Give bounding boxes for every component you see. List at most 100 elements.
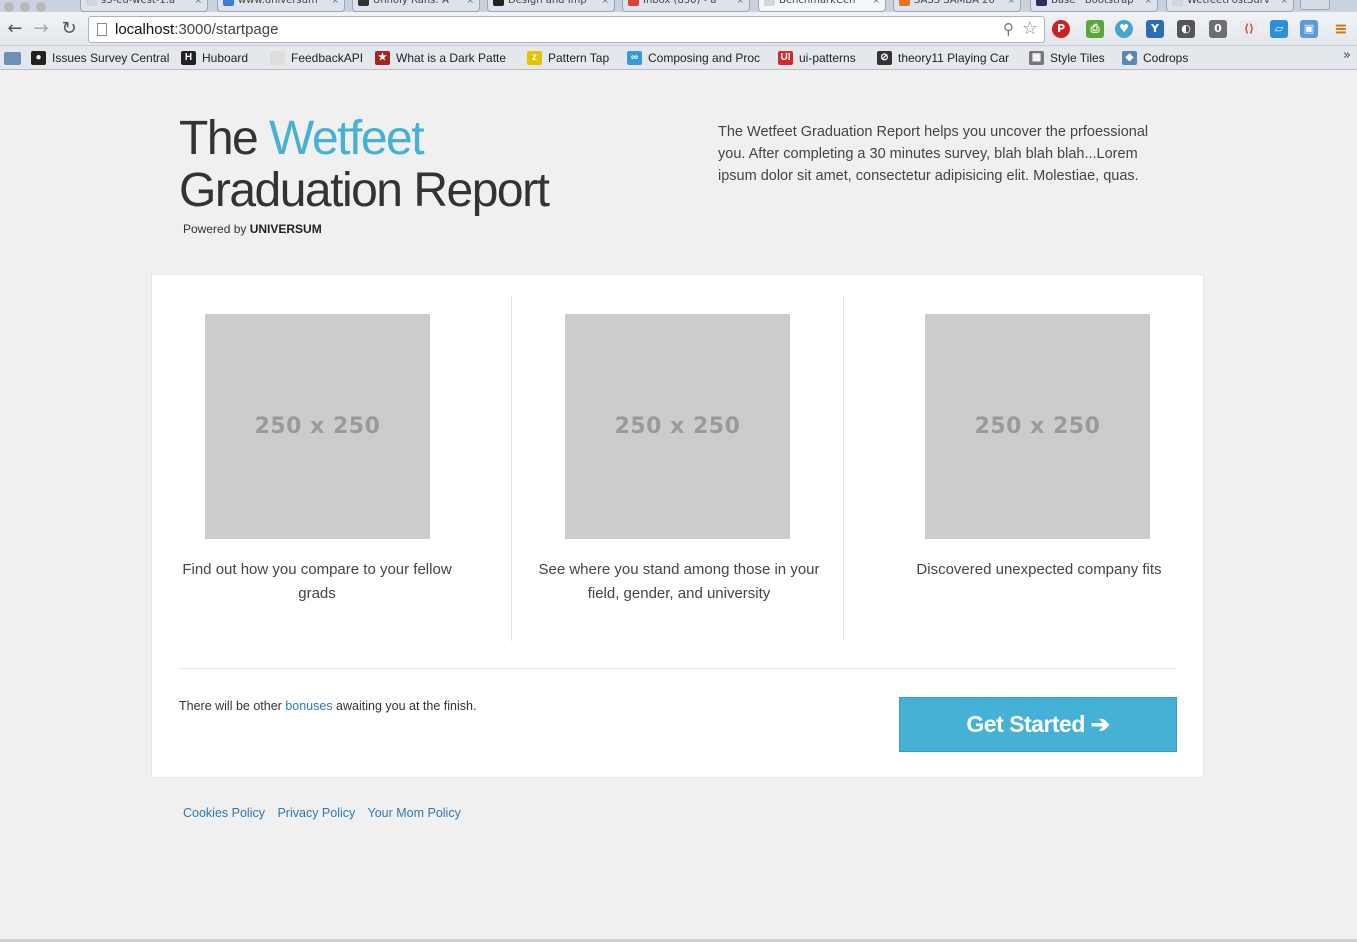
mask-extension-icon[interactable]: ◐ [1177, 20, 1195, 38]
huboard-icon: H [181, 51, 196, 65]
cookies-policy-link[interactable]: Cookies Policy [183, 806, 265, 820]
tab-label: Base · Bootstrap [1051, 0, 1134, 6]
privacy-policy-link[interactable]: Privacy Policy [277, 806, 355, 820]
url-path: :3000/startpage [174, 21, 279, 38]
bookmark-label: ui-patterns [799, 51, 856, 65]
tab-close-icon[interactable]: × [194, 0, 202, 8]
bookmark-item[interactable]: ▦ Style Tiles [1029, 49, 1105, 67]
powered-by: Powered by UNIVERSUM [183, 222, 322, 236]
footer-links: Cookies Policy Privacy Policy Your Mom P… [183, 806, 470, 820]
browser-tab[interactable]: Base · Bootstrap × [1030, 0, 1158, 12]
bookmark-item[interactable]: ★ What is a Dark Patte [375, 49, 506, 67]
browser-tab[interactable]: WetfeetPostSurv × [1166, 0, 1294, 12]
bookmark-label: Issues Survey Central [52, 51, 170, 65]
browser-tab[interactable]: s3-eu-west-1.a × [80, 0, 208, 12]
tab-close-icon[interactable]: × [872, 0, 880, 8]
tab-close-icon[interactable]: × [1280, 0, 1288, 8]
bookmark-folder-icon[interactable] [4, 49, 21, 67]
bookmark-item[interactable]: ● Issues Survey Central [31, 49, 169, 67]
window-controls[interactable] [4, 0, 52, 12]
get-started-button[interactable]: Get Started ➔ [899, 697, 1177, 752]
bookmark-label: FeedbackAPI [291, 51, 364, 65]
tab-close-icon[interactable]: × [1007, 0, 1015, 8]
code-extension-icon[interactable]: ⟨⟩ [1240, 20, 1258, 38]
browser-tab[interactable]: Design and Imp × [487, 0, 615, 12]
tab-favicon-icon [899, 0, 910, 6]
heart-extension-icon[interactable]: ♥ [1115, 20, 1133, 38]
bookmark-item[interactable]: ⊘ theory11 Playing Car [877, 49, 1009, 67]
page-icon [270, 51, 285, 65]
tab-close-icon[interactable]: × [1144, 0, 1152, 8]
feature-text: Discovered unexpected company fits [916, 561, 1162, 578]
molecule-icon: ∞ [627, 51, 642, 65]
print-icon[interactable]: ⎙ [1086, 20, 1104, 38]
your-mom-policy-link[interactable]: Your Mom Policy [368, 806, 461, 820]
tab-favicon-icon [628, 0, 639, 6]
bookmark-item[interactable]: ∞ Composing and Proc [627, 49, 760, 67]
features-card: 250 x 250 Find out how you compare to yo… [151, 274, 1204, 778]
page-content: The Wetfeet Graduation Report Powered by … [0, 71, 1357, 940]
y-extension-icon[interactable]: Y [1146, 20, 1164, 38]
bookmark-label: Codrops [1143, 51, 1189, 65]
title-prefix: The [179, 112, 270, 165]
tab-label: www.universum [238, 0, 318, 6]
tab-label: BenchmarkCen [779, 0, 856, 6]
title-line2: Graduation Report [179, 164, 550, 217]
browser-tab[interactable]: SASS SAMBA 20 × [893, 0, 1021, 12]
address-bar[interactable]: localhost:3000/startpage ⚲ ☆ [88, 16, 1045, 43]
page-icon [97, 23, 107, 36]
forward-icon[interactable]: → [30, 18, 52, 40]
image-placeholder: 250 x 250 [205, 314, 430, 539]
back-icon[interactable]: ← [4, 18, 26, 40]
tab-close-icon[interactable]: × [601, 0, 609, 8]
page-title: The Wetfeet Graduation Report [179, 112, 550, 217]
menu-icon[interactable]: ≡ [1332, 20, 1350, 38]
bonus-suffix: awaiting you at the finish. [332, 699, 477, 713]
url-text[interactable]: localhost:3000/startpage [115, 21, 278, 38]
new-tab-button[interactable] [1300, 0, 1330, 10]
bookmark-label: Composing and Proc [648, 51, 761, 65]
intro-text: The Wetfeet Graduation Report helps you … [718, 124, 1149, 184]
browser-tab[interactable]: BenchmarkCen × [758, 0, 886, 12]
bookmark-star-icon[interactable]: ☆ [1022, 18, 1038, 39]
bookmark-item[interactable]: H Huboard [181, 49, 248, 67]
divider [179, 668, 1177, 669]
tab-close-icon[interactable]: × [736, 0, 744, 8]
browser-tab[interactable]: www.universum × [217, 0, 345, 12]
star-icon: ★ [375, 51, 390, 65]
browser-tab[interactable]: Inbox (830) - a × [622, 0, 750, 12]
tab-label: WetfeetPostSurv [1187, 0, 1270, 6]
feature-column: 250 x 250 See where you stand among thos… [484, 296, 844, 641]
tab-label: Inbox (830) - a [643, 0, 717, 6]
feature-column: 250 x 250 Discovered unexpected company … [844, 296, 1204, 641]
bookmarks-overflow-icon[interactable]: » [1343, 48, 1351, 63]
bookmark-item[interactable]: UI ui-patterns [778, 49, 856, 67]
screen-extension-icon[interactable]: ▣ [1300, 20, 1318, 38]
feature-text: Find out how you compare to your fellow … [182, 561, 452, 602]
bookmark-label: Style Tiles [1050, 51, 1105, 65]
bonuses-link[interactable]: bonuses [285, 699, 332, 713]
browser-tab[interactable]: Unholy Rans: A × [352, 0, 480, 12]
pinterest-icon[interactable]: P [1052, 20, 1070, 38]
ghostery-icon[interactable]: 0 [1209, 20, 1227, 38]
theory11-icon: ⊘ [877, 51, 892, 65]
zoom-icon[interactable]: ⚲ [1003, 20, 1014, 38]
title-accent: Wetfeet [269, 112, 425, 165]
brand-name: UNIVERSUM [249, 222, 322, 236]
url-host: localhost [115, 21, 175, 38]
tab-close-icon[interactable]: × [331, 0, 339, 8]
tab-label: Design and Imp [508, 0, 587, 6]
powered-prefix: Powered by [183, 222, 250, 236]
bookmark-item[interactable]: z Pattern Tap [527, 49, 609, 67]
bookmark-item[interactable]: ◆ Codrops [1122, 49, 1188, 67]
reload-icon[interactable]: ↻ [58, 18, 80, 40]
tab-close-icon[interactable]: × [466, 0, 474, 8]
feature-text: See where you stand among those in your … [538, 561, 820, 602]
window-extension-icon[interactable]: ▱ [1270, 20, 1288, 38]
tab-strip: s3-eu-west-1.a × www.universum × Unholy Rans… [0, 0, 1357, 12]
tab-favicon-icon [1172, 0, 1183, 6]
bookmark-label: What is a Dark Patte [396, 51, 507, 65]
bookmark-item[interactable]: FeedbackAPI [270, 49, 363, 67]
tab-label: s3-eu-west-1.a [101, 0, 176, 6]
ui-patterns-icon: UI [778, 51, 793, 65]
